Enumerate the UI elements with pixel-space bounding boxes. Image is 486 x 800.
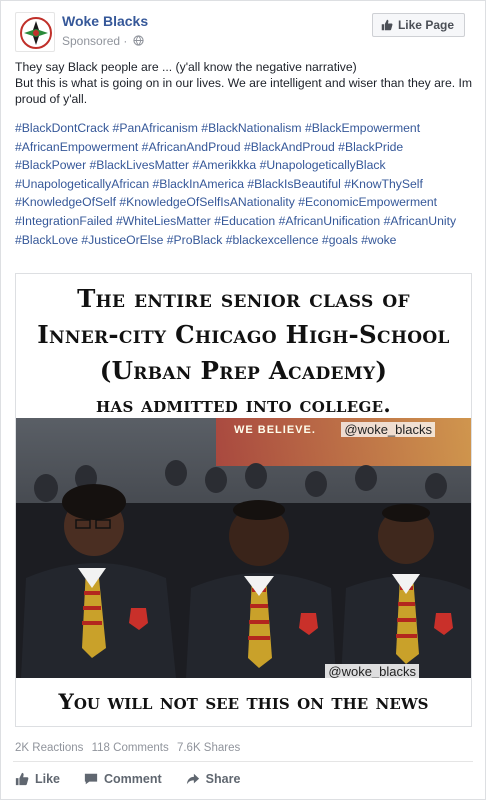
students-photo: WE BELIEVE. @woke_blacks @woke_blacks — [16, 418, 471, 678]
watermark: @woke_blacks — [325, 664, 419, 678]
post-image[interactable]: The entire senior class of Inner-city Ch… — [15, 273, 472, 727]
hashtag-link[interactable]: #AfricanUnification — [279, 214, 381, 228]
hashtag-link[interactable]: #BlackNationalism — [201, 121, 301, 135]
comment-label: Comment — [104, 772, 162, 786]
comment-button[interactable]: Comment — [84, 768, 162, 790]
comments-count[interactable]: 118 Comments — [92, 742, 169, 754]
like-page-button[interactable]: Like Page — [371, 13, 465, 37]
thumbs-up-icon — [15, 772, 29, 786]
hashtag-link[interactable]: #BlackLivesMatter — [90, 158, 190, 172]
students-illustration — [16, 460, 471, 678]
hashtag-link[interactable]: #KnowledgeOfSelf — [15, 195, 116, 209]
hashtag-link[interactable]: #AfricanUnity — [384, 214, 456, 228]
comment-icon — [84, 773, 98, 785]
sponsored-text: Sponsored — [62, 34, 121, 48]
hashtag-link[interactable]: #ProBlack — [167, 233, 223, 247]
like-label: Like — [35, 772, 61, 786]
page-name-link[interactable]: Woke Blacks — [62, 13, 148, 29]
shares-count[interactable]: 7.6K Shares — [177, 742, 240, 754]
headline-line: The entire senior class of — [77, 284, 410, 313]
hashtag-link[interactable]: #KnowThySelf — [344, 177, 423, 191]
hashtag-link[interactable]: #BlackIsBeautiful — [247, 177, 341, 191]
hashtag-link[interactable]: #JusticeOrElse — [81, 233, 163, 247]
divider — [13, 761, 473, 762]
hashtag-link[interactable]: #BlackAndProud — [244, 140, 335, 154]
share-icon — [186, 773, 199, 785]
sponsored-label: Sponsored · — [62, 34, 144, 48]
hashtag-link[interactable]: #BlackDontCrack — [15, 121, 109, 135]
hashtag-link[interactable]: #goals — [322, 233, 358, 247]
hashtag-link[interactable]: #Education — [214, 214, 275, 228]
thumbs-up-icon — [381, 19, 393, 31]
hashtag-link[interactable]: #BlackLove — [15, 233, 78, 247]
image-headline: The entire senior class of Inner-city Ch… — [16, 274, 471, 426]
hashtag-link[interactable]: #blackexcellence — [226, 233, 319, 247]
post-text-line: But this is what is going on in our live… — [15, 76, 473, 106]
hashtag-link[interactable]: #WhiteLiesMatter — [116, 214, 211, 228]
engagement-counts: 2K Reactions 118 Comments 7.6K Shares — [15, 742, 245, 754]
hashtag-list: #BlackDontCrack #PanAfricanism #BlackNat… — [15, 119, 477, 249]
hashtag-link[interactable]: #KnowledgeOfSelfIsANationality — [119, 195, 294, 209]
globe-icon — [133, 35, 144, 46]
watermark: @woke_blacks — [341, 422, 435, 437]
headline-line: Inner-city Chicago High-School — [37, 320, 450, 349]
hashtag-link[interactable]: #IntegrationFailed — [15, 214, 113, 228]
ad-post-card: Woke Blacks Sponsored · Like Page They s… — [0, 0, 486, 800]
hashtag-link[interactable]: #EconomicEmpowerment — [298, 195, 437, 209]
post-text-line: They say Black people are ... (y'all kno… — [15, 60, 357, 74]
post-text: They say Black people are ... (y'all kno… — [15, 59, 473, 107]
hashtag-link[interactable]: #BlackInAmerica — [153, 177, 244, 191]
hashtag-link[interactable]: #UnapologeticallyAfrican — [15, 177, 149, 191]
action-bar: Like Comment Share — [15, 768, 471, 790]
hashtag-link[interactable]: #Amerikkka — [193, 158, 257, 172]
like-button[interactable]: Like — [15, 768, 60, 790]
hashtag-link[interactable]: #BlackEmpowerment — [305, 121, 420, 135]
like-page-label: Like Page — [397, 18, 454, 32]
image-footer-text: You will not see this on the news — [58, 690, 429, 715]
hashtag-link[interactable]: #UnapologeticallyBlack — [260, 158, 386, 172]
hashtag-link[interactable]: #PanAfricanism — [113, 121, 198, 135]
headline-line: (Urban Prep Academy) — [99, 356, 388, 385]
hashtag-link[interactable]: #AfricanEmpowerment — [15, 140, 138, 154]
hashtag-link[interactable]: #AfricanAndProud — [142, 140, 241, 154]
reactions-count[interactable]: 2K Reactions — [15, 742, 83, 754]
post-header: Woke Blacks Sponsored · Like Page — [15, 12, 471, 52]
hashtag-link[interactable]: #woke — [361, 233, 396, 247]
share-button[interactable]: Share — [186, 768, 241, 790]
hashtag-link[interactable]: #BlackPride — [338, 140, 403, 154]
page-logo[interactable] — [15, 12, 55, 52]
headline-line: has admitted into college. — [96, 392, 391, 417]
hashtag-link[interactable]: #BlackPower — [15, 158, 86, 172]
share-label: Share — [205, 772, 241, 786]
